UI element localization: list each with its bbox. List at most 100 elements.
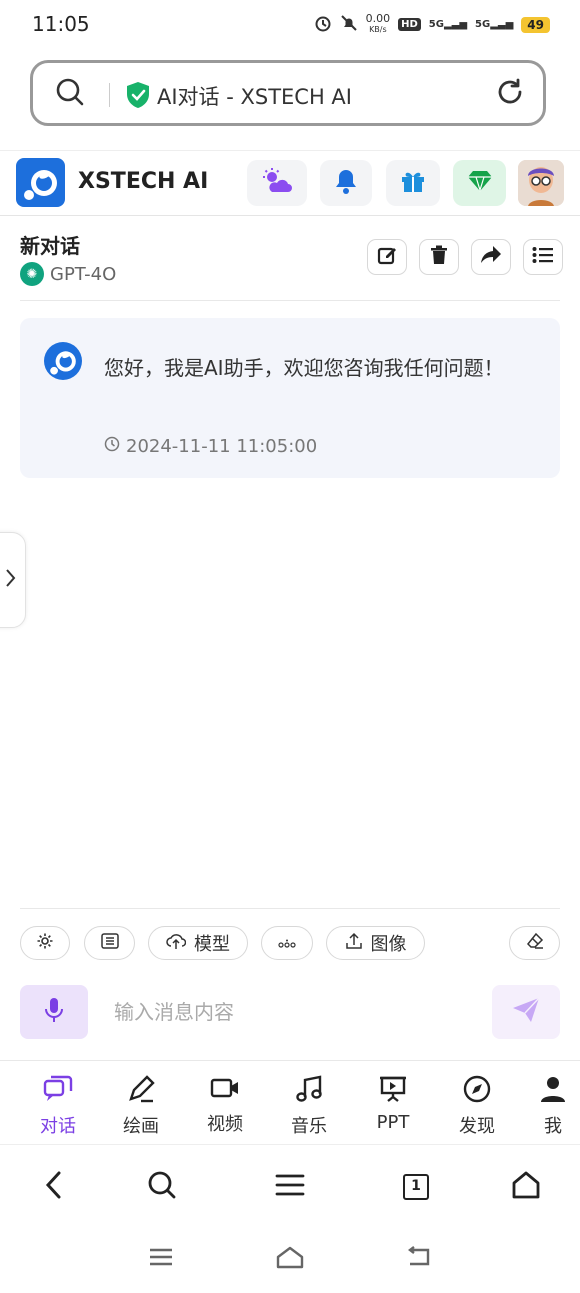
nav-item-discover[interactable]: 发现 xyxy=(442,1075,512,1138)
status-bar: 11:05 0.00 KB/s HD 5G▂▃▅ 5G▂▃▅ 49 xyxy=(0,0,580,52)
dots-icon xyxy=(278,933,296,954)
browser-search-button[interactable] xyxy=(142,1167,182,1207)
home-icon xyxy=(511,1170,541,1204)
alarm-icon xyxy=(314,14,332,35)
mute-bell-icon xyxy=(340,14,358,35)
compass-icon xyxy=(463,1075,491,1108)
image-label: 图像 xyxy=(370,934,407,955)
app-logo[interactable] xyxy=(16,158,65,207)
settings-button[interactable] xyxy=(20,926,70,960)
user-icon xyxy=(540,1075,566,1108)
model-label: 模型 xyxy=(194,934,230,955)
net-speed-value: 0.00 xyxy=(365,12,391,25)
clock-icon xyxy=(104,436,120,457)
share-arrow-icon xyxy=(480,245,502,269)
eraser-icon xyxy=(526,932,544,955)
bell-icon xyxy=(334,168,358,198)
voice-input-button[interactable] xyxy=(20,985,88,1039)
message-timestamp: 2024-11-11 11:05:00 xyxy=(104,436,317,457)
nav-label-video: 视频 xyxy=(207,1114,243,1135)
weather-button[interactable] xyxy=(247,160,307,206)
app-header: XSTECH AI xyxy=(0,150,580,216)
diamond-icon xyxy=(467,170,493,196)
conversation-title: 新对话 xyxy=(20,234,80,258)
notification-button[interactable] xyxy=(320,160,372,206)
url-text[interactable]: AI对话 - XSTECH AI xyxy=(157,81,352,111)
nav-item-music[interactable]: 音乐 xyxy=(274,1075,344,1138)
nav-item-ppt[interactable]: PPT xyxy=(358,1075,428,1133)
video-camera-icon xyxy=(210,1075,240,1106)
nav-item-video[interactable]: 视频 xyxy=(190,1075,260,1136)
image-upload-button[interactable]: 图像 xyxy=(326,926,425,960)
system-home-button[interactable] xyxy=(270,1244,310,1274)
nav-label-ppt: PPT xyxy=(376,1112,410,1133)
model-indicator[interactable]: ✺ GPT-4O xyxy=(20,262,116,286)
chevron-right-icon xyxy=(3,567,17,593)
gpt-logo-icon: ✺ xyxy=(20,262,44,286)
browser-tabs-button[interactable]: 1 xyxy=(396,1167,436,1207)
delete-button[interactable] xyxy=(419,239,459,275)
brand-name: XSTECH AI xyxy=(78,169,209,194)
model-select-button[interactable]: 模型 xyxy=(148,926,248,960)
share-button[interactable] xyxy=(471,239,511,275)
system-recents-button[interactable] xyxy=(141,1244,181,1274)
gear-icon xyxy=(36,932,54,955)
url-separator xyxy=(109,83,110,107)
bottom-nav: 对话 绘画 视频 音乐 PPT 发现 我 xyxy=(0,1060,580,1145)
search-icon[interactable] xyxy=(55,77,85,111)
model-name: GPT-4O xyxy=(50,263,117,285)
system-nav-bar xyxy=(0,1230,580,1293)
nav-label-chat: 对话 xyxy=(40,1116,76,1137)
chevron-left-icon xyxy=(44,1170,64,1204)
hamburger-icon xyxy=(275,1173,305,1201)
browser-back-button[interactable] xyxy=(34,1167,74,1207)
nav-item-me[interactable]: 我 xyxy=(526,1075,580,1138)
edit-title-button[interactable] xyxy=(367,239,407,275)
microphone-icon xyxy=(44,997,64,1027)
weather-icon xyxy=(262,168,292,198)
net-speed: 0.00 KB/s xyxy=(365,12,391,35)
magnifier-icon xyxy=(147,1170,177,1204)
trash-icon xyxy=(430,245,448,269)
gift-button[interactable] xyxy=(386,160,440,206)
browser-toolbar: 1 xyxy=(0,1144,580,1229)
system-home-icon xyxy=(275,1245,305,1273)
vip-button[interactable] xyxy=(453,160,506,206)
prompt-list-button[interactable] xyxy=(84,926,135,960)
header-divider xyxy=(20,300,560,301)
message-text: 您好，我是AI助手，欢迎您咨询我任何问题！ xyxy=(104,356,504,380)
upload-cloud-icon xyxy=(166,932,187,955)
history-list-button[interactable] xyxy=(523,239,563,275)
edit-icon xyxy=(377,245,397,269)
clear-button[interactable] xyxy=(509,926,560,960)
send-icon xyxy=(512,997,540,1027)
hd-badge: HD xyxy=(398,18,421,31)
nav-item-chat[interactable]: 对话 xyxy=(23,1075,93,1138)
system-back-button[interactable] xyxy=(398,1244,438,1274)
signal-5g-label-1: 5G xyxy=(428,19,444,30)
music-note-icon xyxy=(295,1075,323,1108)
send-button[interactable] xyxy=(492,985,560,1039)
signal-5g-label-2: 5G xyxy=(475,19,491,30)
status-time: 11:05 xyxy=(32,12,90,36)
user-avatar[interactable] xyxy=(518,160,564,206)
timestamp-text: 2024-11-11 11:05:00 xyxy=(126,436,318,457)
tools-divider xyxy=(20,908,560,909)
recents-icon xyxy=(148,1247,174,1271)
tabs-icon: 1 xyxy=(403,1174,429,1200)
message-input[interactable] xyxy=(100,985,484,1039)
signal-5g-2: 5G▂▃▅ xyxy=(475,19,514,30)
nav-item-draw[interactable]: 绘画 xyxy=(106,1075,176,1138)
list-icon xyxy=(532,246,554,268)
assistant-message: 您好，我是AI助手，欢迎您咨询我任何问题！ 2024-11-11 11:05:0… xyxy=(20,318,560,478)
gift-icon xyxy=(400,168,426,198)
assistant-avatar xyxy=(44,342,82,380)
document-list-icon xyxy=(100,932,119,954)
browser-menu-button[interactable] xyxy=(270,1167,310,1207)
tabs-count: 1 xyxy=(411,1178,421,1194)
more-tools-button[interactable] xyxy=(261,926,313,960)
sidebar-expand-tab[interactable] xyxy=(0,532,26,628)
browser-home-button[interactable] xyxy=(506,1167,546,1207)
reload-icon[interactable] xyxy=(495,77,525,111)
browser-url-bar[interactable]: AI对话 - XSTECH AI xyxy=(30,60,546,126)
